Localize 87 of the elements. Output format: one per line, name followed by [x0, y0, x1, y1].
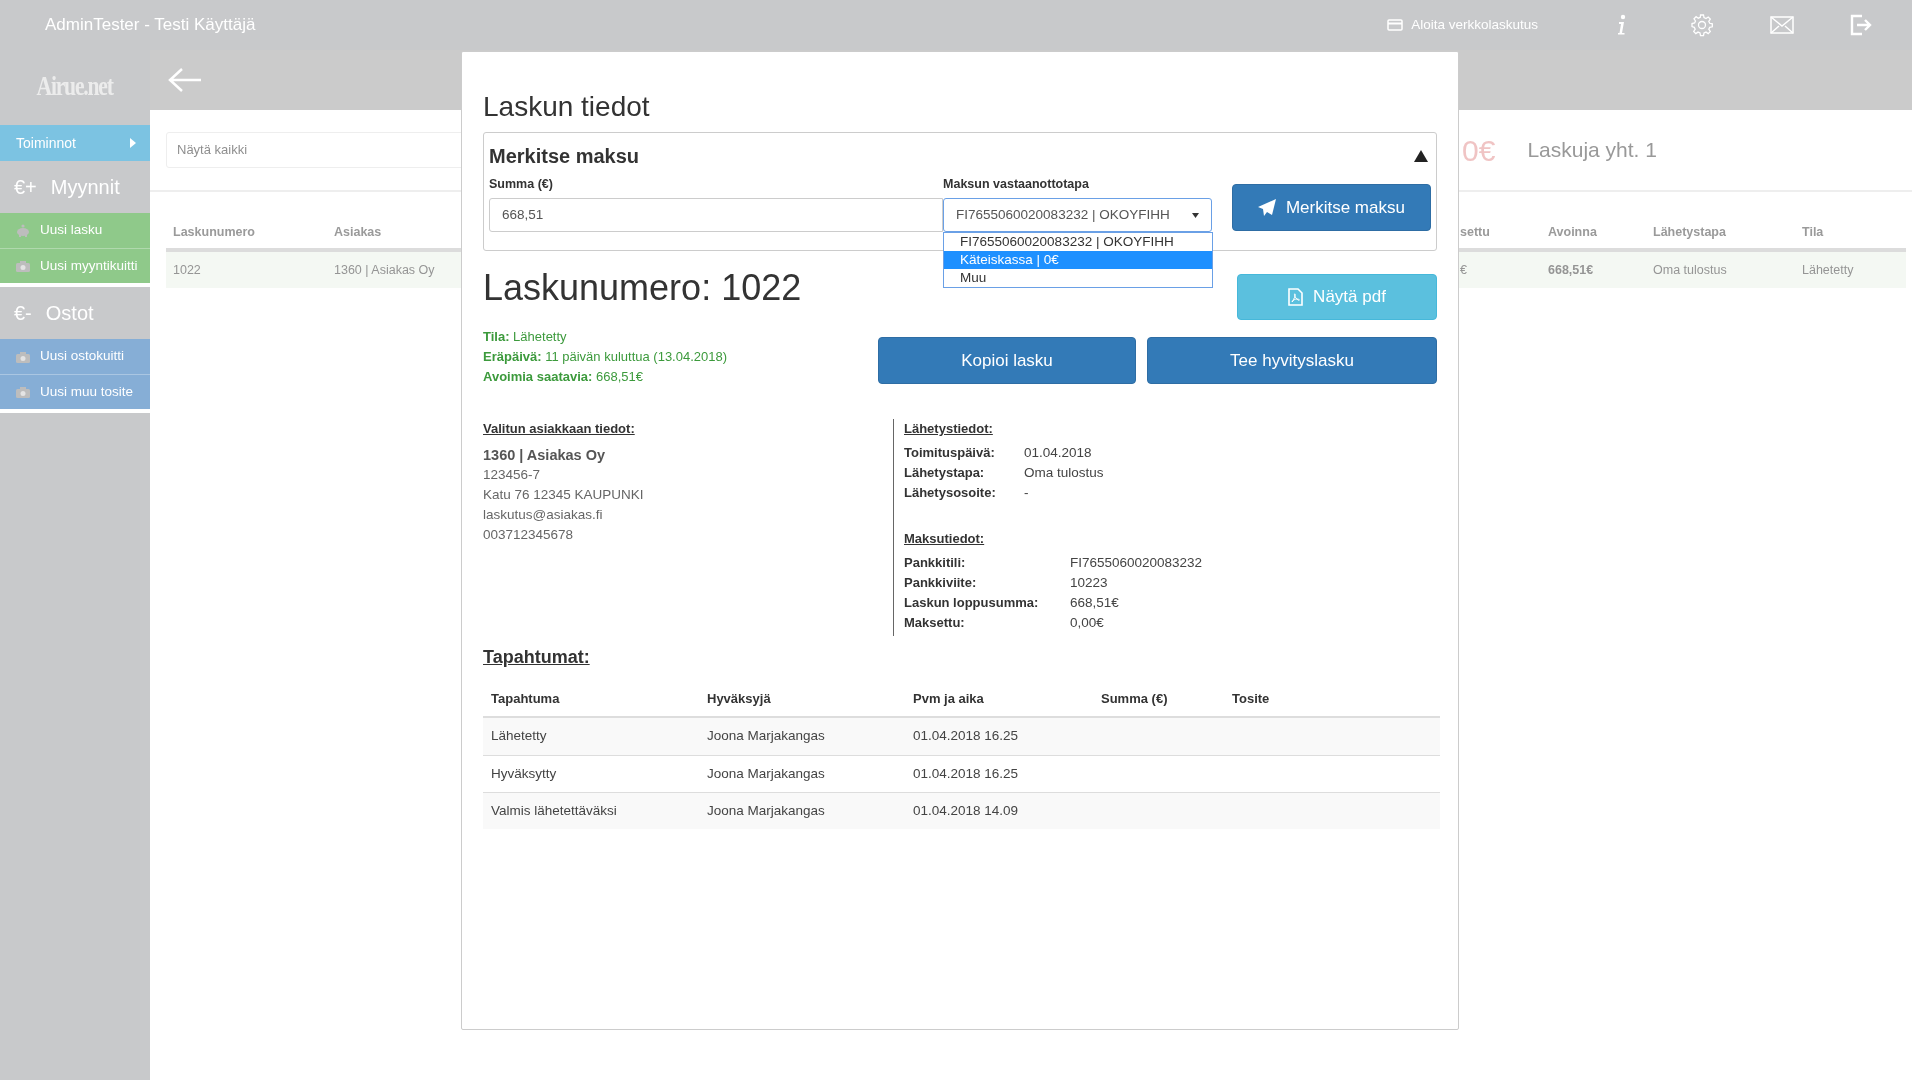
status-line: Avoimia saatavia: 668,51€	[483, 368, 644, 385]
table-cell-text: Joona Marjakangas	[706, 727, 826, 746]
collapse-icon[interactable]	[1414, 150, 1428, 162]
pdf-file-icon	[1288, 288, 1304, 306]
table-cell-text: Lähetetty	[490, 727, 548, 746]
section-heading: Lähetystiedot:	[904, 420, 994, 438]
camera-icon	[16, 386, 30, 398]
field-value: Oma tulostus	[1024, 464, 1104, 482]
table-cell-text: €	[1459, 261, 1468, 279]
table-cell-text: 1360 | Asiakas Oy	[333, 261, 436, 279]
caret-icon	[130, 138, 136, 148]
column-header: Asiakas	[333, 223, 383, 241]
dropdown-arrow-icon	[1191, 212, 1199, 218]
column-header: Summa (€)	[1100, 689, 1169, 708]
amount-field[interactable]: 668,51	[489, 198, 944, 232]
table-cell-text: 668,51€	[1547, 261, 1595, 279]
dropdown-option[interactable]: Muu	[944, 269, 1213, 287]
table-cell-text: Joona Marjakangas	[706, 764, 826, 783]
column-header: Tosite	[1231, 689, 1271, 708]
table-cell-text: 01.04.2018 16.25	[912, 764, 1020, 783]
status-line: Eräpäivä: 11 päivän kuluttua (13.04.2018)	[483, 348, 729, 365]
field-value: 0,00€	[1070, 614, 1104, 632]
mail-icon[interactable]	[1770, 16, 1794, 34]
customer-detail: laskutus@asiakas.fi	[483, 506, 604, 524]
table-cell-text: Oma tulostus	[1652, 261, 1728, 279]
sidebar-item[interactable]: Uusi ostokuitti	[0, 339, 150, 374]
column-header: Tila	[1801, 223, 1825, 241]
field-label: Lähetysosoite:	[904, 484, 997, 502]
customer-name: 1360 | Asiakas Oy	[483, 446, 607, 465]
field-value: 668,51€	[1070, 594, 1119, 612]
column-header: Tapahtuma	[490, 689, 561, 708]
section-heading: Maksutiedot:	[904, 530, 986, 548]
column-header: Hyväksyjä	[706, 689, 772, 708]
camera-icon	[16, 260, 30, 272]
customer-detail: Katu 76 12345 KAUPUNKI	[483, 486, 645, 504]
total-amount: 0€	[1462, 132, 1496, 169]
dropdown-option[interactable]: Käteiskassa | 0€	[944, 251, 1213, 269]
payment-method-select[interactable]: FI7655060020083232 | OKOYFIHH	[943, 198, 1212, 232]
paper-plane-icon	[1257, 199, 1276, 216]
piggy-bank-icon	[16, 224, 30, 237]
customer-detail: 123456-7	[483, 466, 542, 484]
table-cell-text: 01.04.2018 16.25	[912, 727, 1020, 746]
field-label: Lähetystapa:	[904, 464, 986, 482]
field-label: Pankkiviite:	[904, 574, 978, 592]
logout-icon[interactable]	[1850, 14, 1872, 36]
table-cell-text: Joona Marjakangas	[706, 801, 826, 820]
copy-invoice-button[interactable]: Kopioi lasku	[878, 337, 1136, 384]
table-cell-text: 01.04.2018 14.09	[912, 801, 1020, 820]
camera-icon	[16, 350, 30, 363]
table-cell-text: 1022	[172, 261, 202, 279]
table-cell-text: Lähetetty	[1801, 261, 1855, 279]
panel-title: Merkitse maksu	[489, 144, 640, 169]
column-header: settu	[1459, 223, 1491, 241]
table-cell-text: Hyväksytty	[490, 764, 558, 783]
invoice-number-heading: Laskunumero: 1022	[483, 268, 803, 308]
status-line: Tila: Lähetetty	[483, 328, 568, 345]
column-header: Avoinna	[1547, 223, 1598, 241]
sidebar-item[interactable]: Uusi myyntikuitti	[0, 248, 150, 283]
back-arrow-icon[interactable]	[168, 67, 202, 93]
section-heading: Valitun asiakkaan tiedot:	[483, 420, 636, 438]
field-label: Summa (€)	[489, 176, 554, 193]
field-value: -	[1024, 484, 1029, 502]
sidebar-item[interactable]: Uusi muu tosite	[0, 374, 150, 409]
mark-payment-button[interactable]: Merkitse maksu	[1231, 184, 1431, 231]
field-value: FI7655060020083232	[1070, 554, 1203, 572]
field-label: Maksun vastaanottotapa	[943, 176, 1090, 193]
credit-note-button[interactable]: Tee hyvityslasku	[1147, 337, 1437, 384]
field-label: Maksettu:	[904, 614, 966, 632]
field-value: 10223	[1070, 574, 1108, 592]
dropdown-option[interactable]: FI7655060020083232 | OKOYFIHH	[944, 233, 1213, 251]
field-label: Pankkitili:	[904, 554, 967, 572]
column-header: Pvm ja aika	[912, 689, 985, 708]
field-label: Laskun loppusumma:	[904, 594, 1040, 612]
section-heading: Tapahtumat:	[483, 646, 591, 669]
customer-detail: 003712345678	[483, 526, 575, 544]
field-label: Toimituspäivä:	[904, 444, 996, 462]
invoice-count: Laskuja yht. 1	[1527, 137, 1657, 164]
sidebar-item[interactable]: Uusi lasku	[0, 213, 150, 248]
show-pdf-button[interactable]: Näytä pdf	[1237, 274, 1437, 320]
card-icon	[1387, 19, 1404, 31]
menu-toggle[interactable]: Toiminnot	[0, 125, 150, 161]
dialog-title: Laskun tiedot	[483, 90, 651, 124]
settings-icon[interactable]	[1690, 13, 1714, 37]
field-value: 01.04.2018	[1024, 444, 1092, 462]
column-header: Lähetystapa	[1652, 223, 1727, 241]
column-header: Laskunumero	[172, 223, 256, 241]
table-cell-text: Valmis lähetettäväksi	[490, 801, 618, 820]
